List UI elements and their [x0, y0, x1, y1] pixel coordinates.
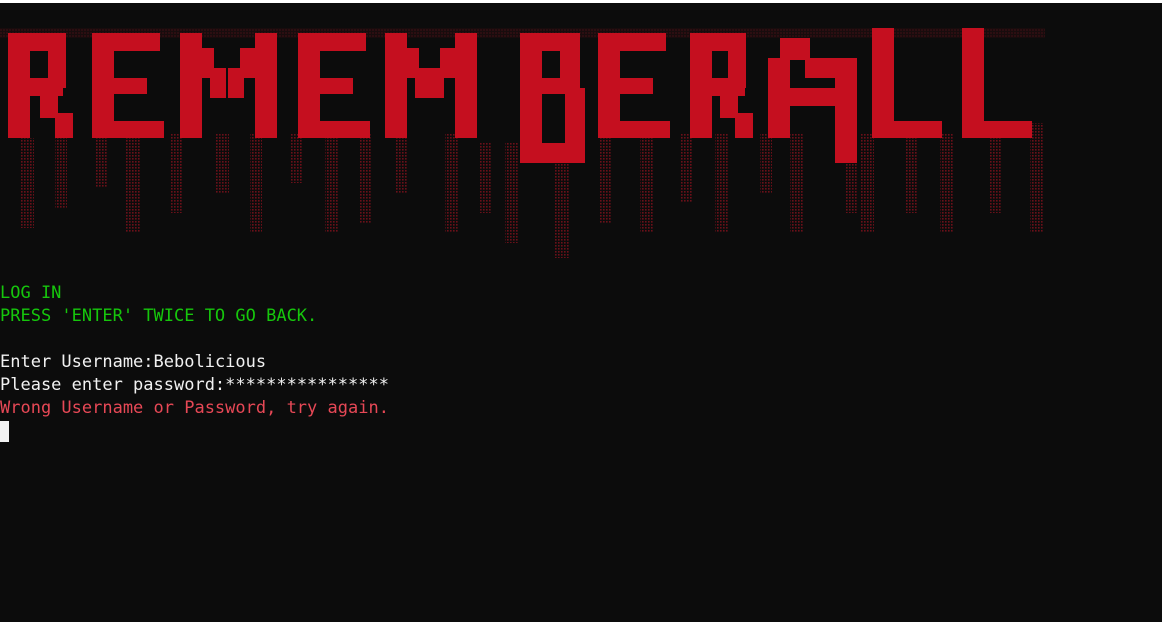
username-value: Bebolicious: [153, 352, 267, 372]
password-prompt: Please enter password:: [0, 375, 226, 395]
password-value: ****************: [225, 375, 389, 395]
banner-ascii-art: [0, 23, 1050, 263]
username-line: Enter Username:Bebolicious: [0, 351, 266, 374]
text-cursor[interactable]: [0, 421, 9, 442]
banner-logo: [0, 28, 1045, 258]
password-line: Please enter password:****************: [0, 374, 389, 397]
error-message: Wrong Username or Password, try again.: [0, 398, 389, 418]
username-prompt: Enter Username:: [0, 352, 154, 372]
console-window: LOG IN PRESS 'ENTER' TWICE TO GO BACK. E…: [0, 3, 1162, 622]
back-hint: PRESS 'ENTER' TWICE TO GO BACK.: [0, 306, 318, 326]
login-heading: LOG IN: [0, 283, 62, 303]
